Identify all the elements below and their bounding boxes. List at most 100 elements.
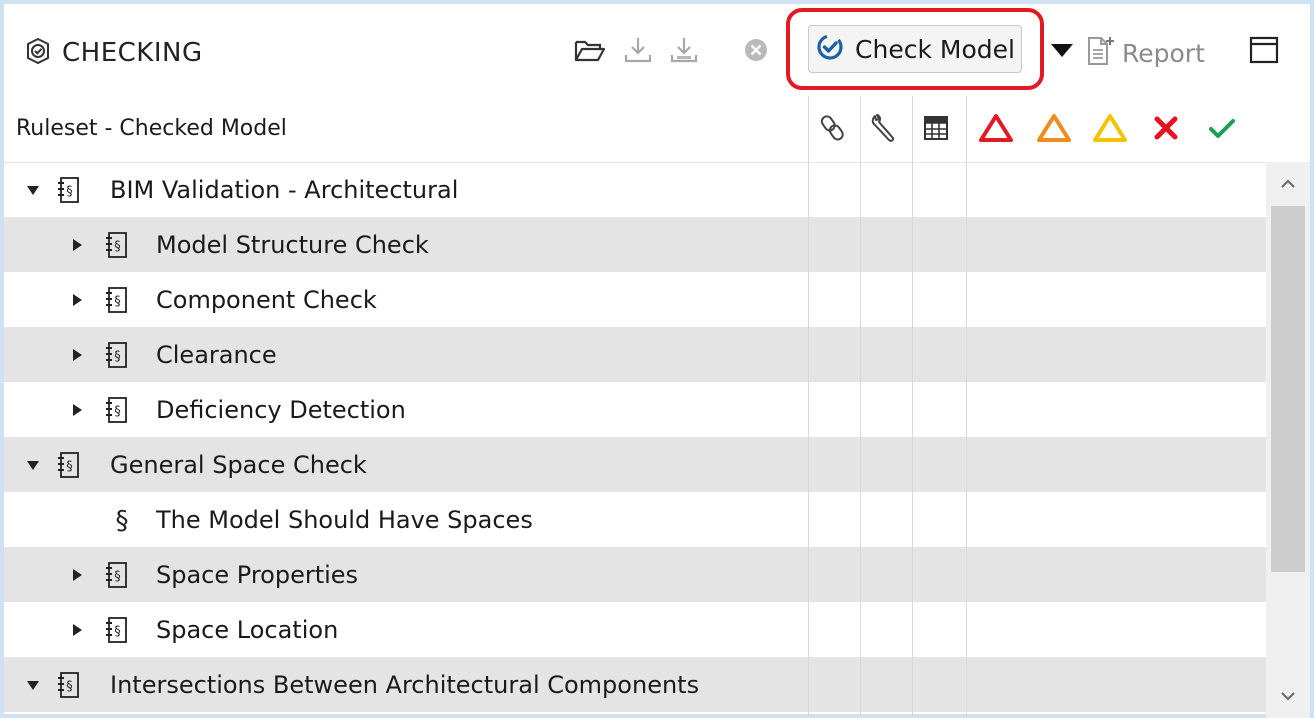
check-model-highlight: Check Model xyxy=(786,8,1044,90)
column-divider xyxy=(912,96,913,718)
svg-text:§: § xyxy=(66,459,73,474)
tree-row-label: The Model Should Have Spaces xyxy=(156,505,533,534)
chevron-down-icon xyxy=(1280,687,1296,706)
open-folder-icon xyxy=(574,36,606,68)
ruleset-icon: § xyxy=(104,382,128,437)
ruleset-icon: § xyxy=(56,437,80,492)
vertical-scrollbar[interactable] xyxy=(1266,162,1310,718)
column-divider xyxy=(966,96,967,718)
ruleset-icon: § xyxy=(104,272,128,327)
scroll-up-button[interactable] xyxy=(1266,162,1310,206)
import-icon xyxy=(623,35,653,69)
svg-text:§: § xyxy=(114,349,121,364)
expanded-arrow-icon[interactable] xyxy=(26,162,40,217)
critical-warning-icon xyxy=(978,112,1014,148)
column-table[interactable] xyxy=(914,110,958,150)
report-icon xyxy=(1086,35,1114,71)
open-folder-button[interactable] xyxy=(570,32,610,72)
import-button[interactable] xyxy=(618,32,658,72)
svg-text:§: § xyxy=(114,294,121,309)
tree-row[interactable]: § General Space Check xyxy=(4,437,1266,492)
panel-title-group: CHECKING xyxy=(24,30,203,76)
chevron-up-icon xyxy=(1280,175,1296,194)
check-model-button[interactable]: Check Model xyxy=(808,25,1022,73)
tree-row[interactable]: § Model Structure Check xyxy=(4,217,1266,272)
column-divider xyxy=(860,96,861,718)
import-disabled-button[interactable] xyxy=(664,32,704,72)
column-accept[interactable] xyxy=(1200,110,1244,150)
report-label: Report xyxy=(1122,38,1205,68)
window-icon xyxy=(1249,36,1279,68)
ruleset-icon: § xyxy=(104,602,128,657)
table-icon xyxy=(922,114,950,146)
tree-row-label: Model Structure Check xyxy=(156,230,429,259)
tree-row[interactable]: § Intersections Between Architectural Co… xyxy=(4,657,1266,712)
link-icon xyxy=(819,113,845,147)
expanded-arrow-icon[interactable] xyxy=(26,437,40,492)
svg-text:§: § xyxy=(66,184,73,199)
svg-text:§: § xyxy=(114,624,121,639)
rule-icon: § xyxy=(112,492,132,547)
tree-row-label: Deficiency Detection xyxy=(156,395,406,424)
ruleset-icon: § xyxy=(104,547,128,602)
wrench-icon xyxy=(869,112,899,148)
tree-row-label: Space Location xyxy=(156,615,339,644)
tree-row[interactable]: § Space Location xyxy=(4,602,1266,657)
dropdown-arrow-icon xyxy=(1050,42,1074,62)
expanded-arrow-icon[interactable] xyxy=(26,657,40,712)
accept-icon xyxy=(1206,113,1238,147)
collapsed-arrow-icon[interactable] xyxy=(70,382,84,437)
check-model-label: Check Model xyxy=(855,34,1015,64)
tree-row[interactable]: § Deficiency Detection xyxy=(4,382,1266,437)
column-critical[interactable] xyxy=(974,110,1018,150)
svg-text:§: § xyxy=(114,404,121,419)
tree-row[interactable]: § Component Check xyxy=(4,272,1266,327)
column-low[interactable] xyxy=(1088,110,1132,150)
collapsed-arrow-icon[interactable] xyxy=(70,217,84,272)
tree-row[interactable]: § Space Properties xyxy=(4,547,1266,602)
tree-row[interactable]: § BIM Validation - Architectural xyxy=(4,162,1266,217)
collapsed-arrow-icon[interactable] xyxy=(70,547,84,602)
ruleset-icon: § xyxy=(56,657,80,712)
collapsed-arrow-icon[interactable] xyxy=(70,272,84,327)
tree-row-label: BIM Validation - Architectural xyxy=(110,175,459,204)
svg-text:§: § xyxy=(114,569,121,584)
column-reject[interactable] xyxy=(1144,110,1188,150)
tree-row[interactable]: § Clearance xyxy=(4,327,1266,382)
panel-title: CHECKING xyxy=(62,38,203,68)
checking-icon xyxy=(24,37,52,69)
toolbar: CHECKING Check Model Report xyxy=(4,4,1310,97)
scroll-down-button[interactable] xyxy=(1266,674,1310,718)
reject-icon xyxy=(1151,113,1181,147)
cancel-button[interactable] xyxy=(736,32,776,72)
report-button[interactable]: Report xyxy=(1086,30,1205,76)
ruleset-icon: § xyxy=(56,162,80,217)
low-warning-icon xyxy=(1092,112,1128,148)
column-moderate[interactable] xyxy=(1032,110,1076,150)
tree-row-label: Intersections Between Architectural Comp… xyxy=(110,670,700,699)
ruleset-icon: § xyxy=(104,217,128,272)
import-disabled-icon xyxy=(669,35,699,69)
tree-row-label: Space Properties xyxy=(156,560,359,589)
svg-text:§: § xyxy=(114,239,121,254)
tree-row[interactable]: § The Model Should Have Spaces xyxy=(4,492,1266,547)
collapsed-arrow-icon[interactable] xyxy=(70,602,84,657)
window-button[interactable] xyxy=(1244,32,1284,72)
check-model-icon xyxy=(815,32,845,66)
svg-text:§: § xyxy=(66,679,73,694)
checking-panel: CHECKING Check Model Report Ruleset - Ch… xyxy=(0,0,1314,718)
cancel-icon xyxy=(743,37,769,67)
column-divider xyxy=(808,96,809,718)
tree-row-label: Clearance xyxy=(156,340,277,369)
tree-row-label: Component Check xyxy=(156,285,377,314)
tree-row-label: General Space Check xyxy=(110,450,367,479)
scroll-thumb[interactable] xyxy=(1271,206,1305,572)
check-model-dropdown[interactable] xyxy=(1046,32,1078,72)
svg-text:§: § xyxy=(116,506,129,535)
ruleset-icon: § xyxy=(104,327,128,382)
column-header-title[interactable]: Ruleset - Checked Model xyxy=(16,116,287,141)
column-link[interactable] xyxy=(810,110,854,150)
collapsed-arrow-icon[interactable] xyxy=(70,327,84,382)
moderate-warning-icon xyxy=(1036,112,1072,148)
column-wrench[interactable] xyxy=(862,110,906,150)
